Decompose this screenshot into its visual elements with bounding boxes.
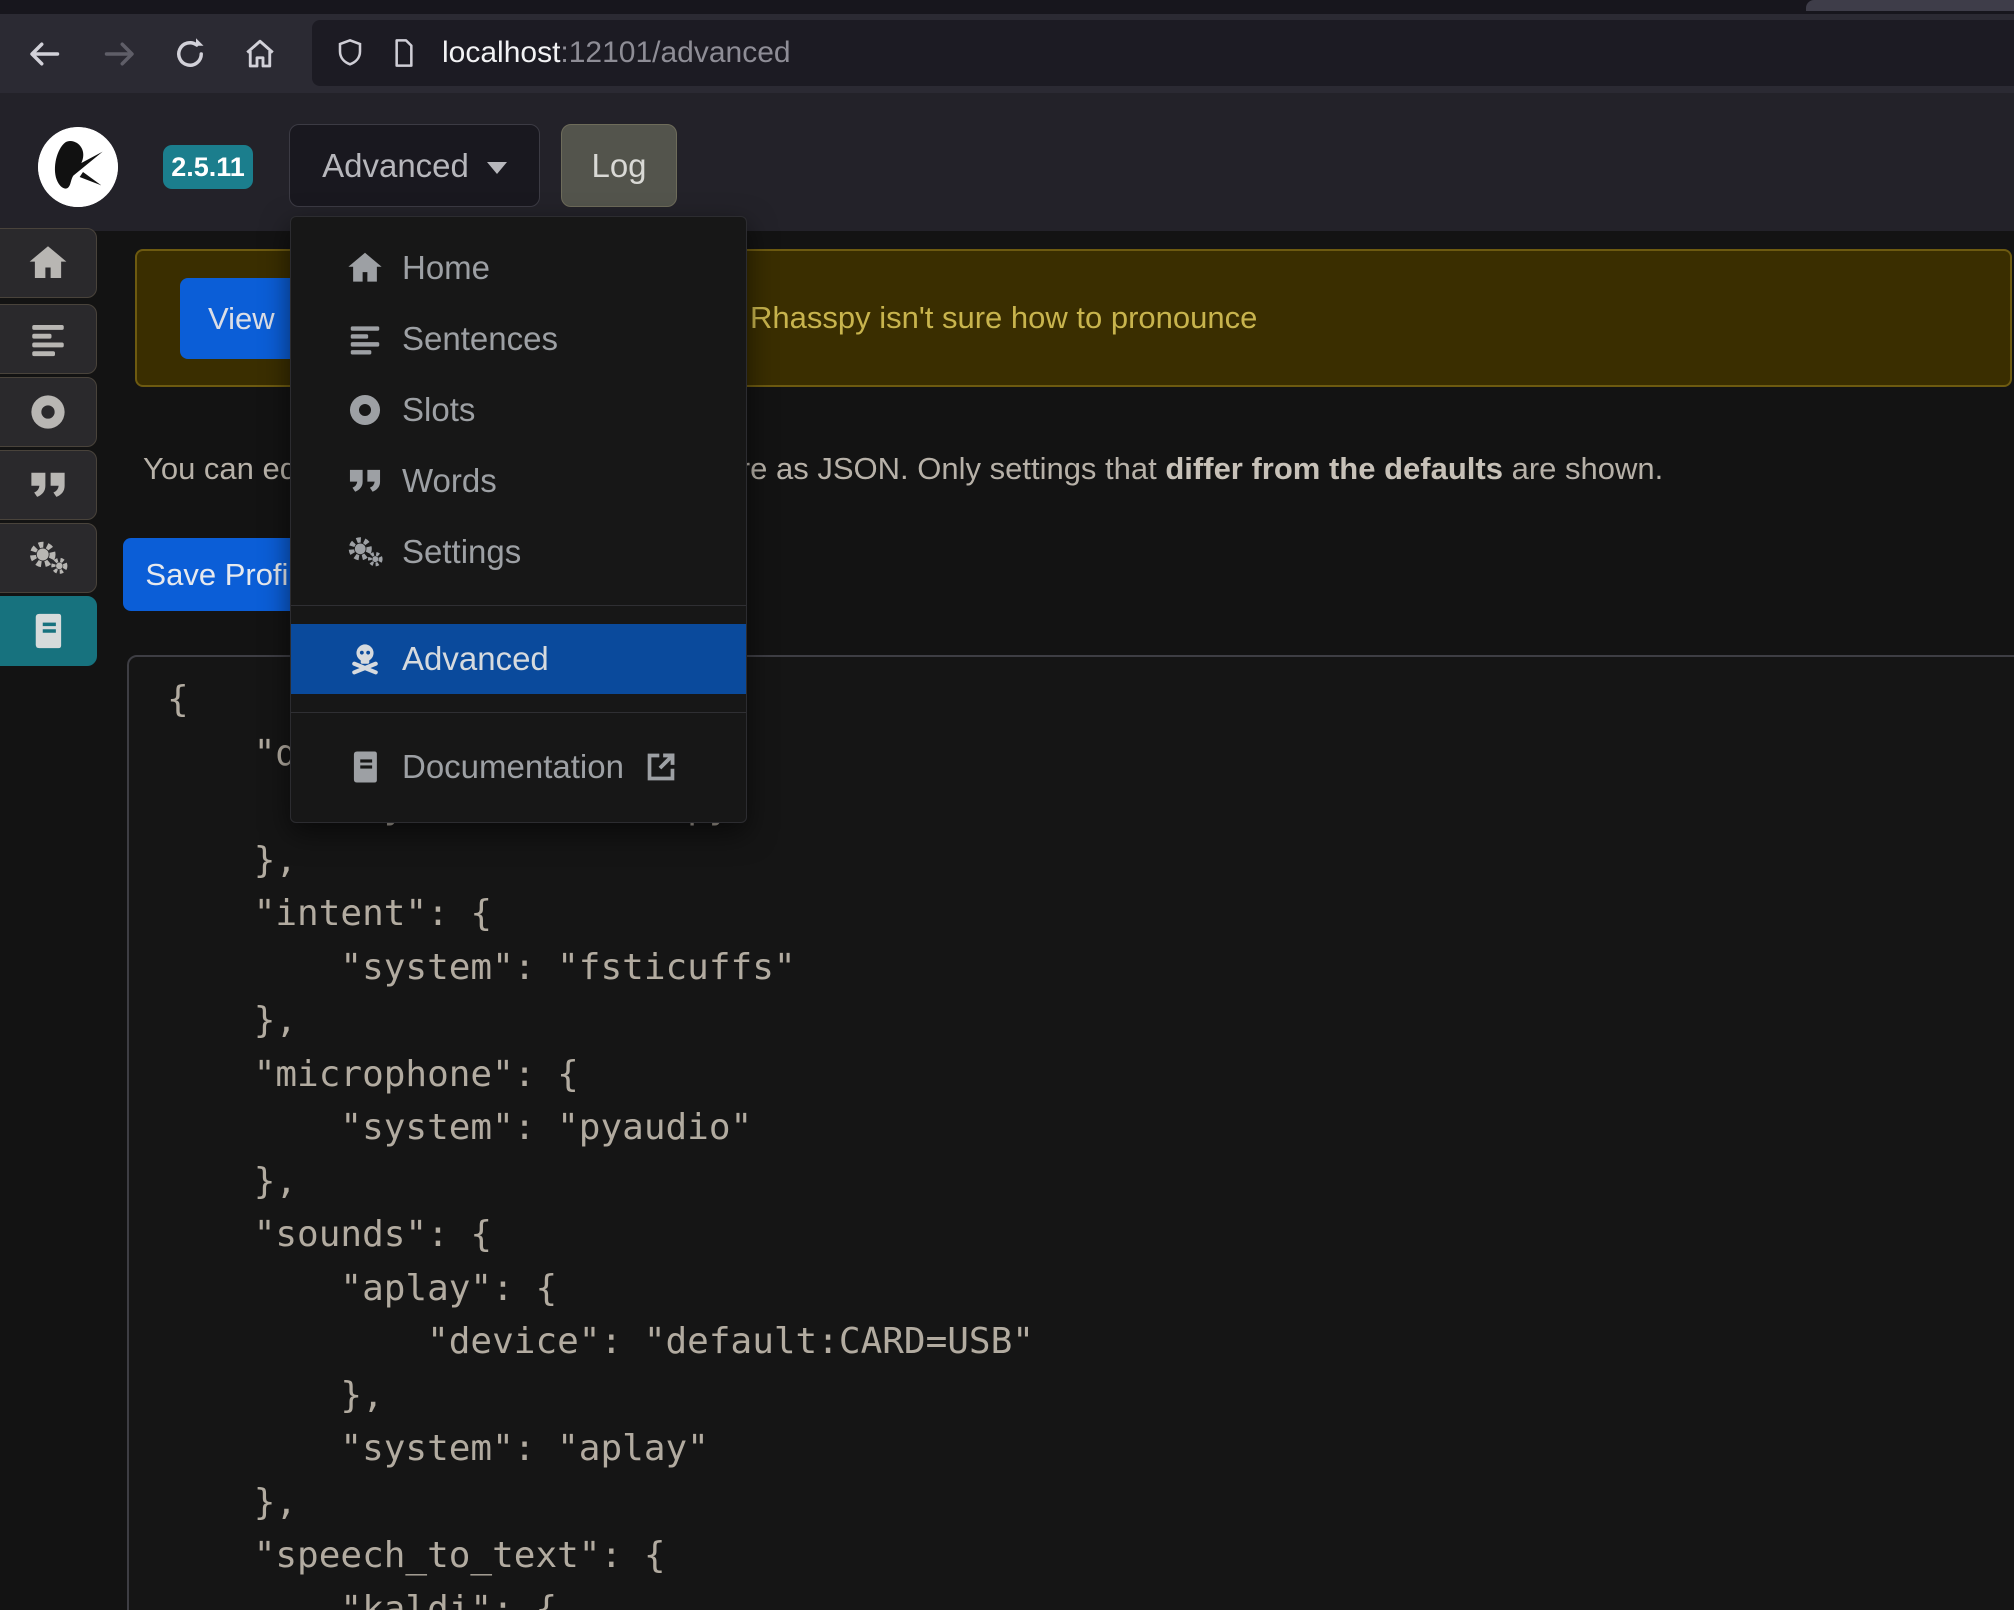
save-profile-label: Save Profile (145, 557, 312, 593)
url-path: :12101/advanced (560, 36, 790, 69)
profile-dropdown-label: Advanced (322, 147, 469, 185)
banner-message: Rhasspy isn't sure how to pronounce (750, 249, 1257, 387)
menu-item-advanced[interactable]: Advanced (291, 624, 746, 694)
menu-item-home[interactable]: Home (291, 232, 746, 303)
menu-divider (291, 605, 746, 606)
log-button-label: Log (591, 147, 646, 185)
navigation-dropdown-menu: Home Sentences Slots Words Settings Adva… (290, 216, 747, 823)
rhasspy-logo-icon (38, 127, 118, 207)
sidebar-item-words[interactable] (0, 450, 97, 520)
rhasspy-logo[interactable] (38, 127, 118, 207)
words-icon (27, 464, 69, 506)
url-host: localhost (442, 36, 560, 69)
sidebar-item-settings[interactable] (0, 523, 97, 593)
browser-tab-fragment[interactable] (1806, 0, 2014, 11)
url-bar[interactable]: localhost:12101/advanced (312, 20, 2014, 86)
page-info-icon[interactable] (388, 37, 420, 69)
slots-icon (346, 391, 384, 429)
menu-item-settings[interactable]: Settings (291, 516, 746, 587)
menu-item-label: Sentences (402, 320, 558, 358)
forward-icon[interactable] (102, 36, 138, 72)
skull-crossbones-icon (346, 640, 384, 678)
home-icon (27, 242, 69, 284)
menu-item-label: Documentation (402, 748, 624, 786)
slots-icon (27, 391, 69, 433)
sidebar-item-advanced[interactable] (0, 596, 97, 666)
window-top-strip (0, 0, 2014, 14)
view-button-label: View (208, 301, 275, 337)
profile-dropdown-button[interactable]: Advanced (289, 124, 540, 207)
home-icon (346, 249, 384, 287)
sidebar-item-sentences[interactable] (0, 304, 97, 374)
log-button[interactable]: Log (561, 124, 677, 207)
menu-item-words[interactable]: Words (291, 445, 746, 516)
settings-icon (27, 537, 69, 579)
sidebar-item-slots[interactable] (0, 377, 97, 447)
version-badge: 2.5.11 (163, 145, 253, 189)
book-icon (346, 748, 384, 786)
menu-item-slots[interactable]: Slots (291, 374, 746, 445)
reload-icon[interactable] (172, 36, 208, 72)
menu-item-label: Slots (402, 391, 475, 429)
browser-home-icon[interactable] (242, 36, 278, 72)
menu-item-label: Settings (402, 533, 521, 571)
book-icon (27, 610, 69, 652)
shield-icon[interactable] (334, 37, 366, 69)
menu-item-label: Home (402, 249, 490, 287)
menu-item-sentences[interactable]: Sentences (291, 303, 746, 374)
sidebar-item-home[interactable] (0, 228, 97, 298)
external-link-icon (644, 750, 678, 784)
words-icon (346, 462, 384, 500)
intro-text-bold: differ from the defaults (1165, 451, 1503, 486)
screen: localhost:12101/advanced 2.5.11 Advanced… (0, 0, 2014, 1610)
back-icon[interactable] (26, 36, 62, 72)
menu-item-label: Words (402, 462, 497, 500)
sentences-icon (346, 320, 384, 358)
menu-divider (291, 712, 746, 713)
menu-item-label: Advanced (402, 640, 549, 678)
intro-text-after: are shown. (1503, 451, 1663, 486)
url-text: localhost:12101/advanced (442, 36, 791, 70)
menu-item-documentation[interactable]: Documentation (291, 731, 746, 802)
browser-toolbar: localhost:12101/advanced (0, 14, 2014, 94)
settings-icon (346, 533, 384, 571)
caret-down-icon (487, 162, 507, 174)
sentences-icon (27, 318, 69, 360)
